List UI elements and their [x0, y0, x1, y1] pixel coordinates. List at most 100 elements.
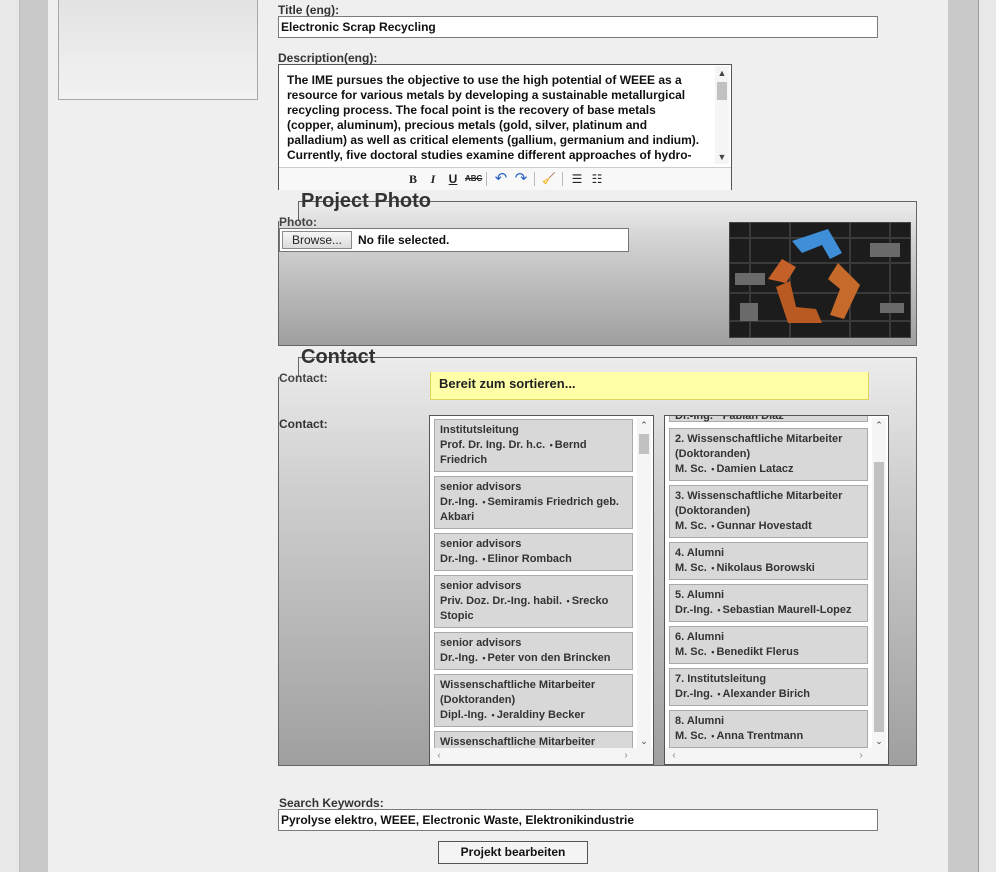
strikethrough-icon[interactable]: ABC [465, 171, 482, 187]
contact-name-line: M. Sc. • Anna Trentmann [675, 729, 862, 744]
list-item-partial[interactable]: Dr.-Ing. · Fabian Diaz [669, 416, 868, 422]
available-list-hscroll[interactable]: ‹ › [430, 748, 653, 764]
list-item[interactable]: 8. Alumni M. Sc. • Anna Trentmann [669, 710, 868, 748]
contact-role: 2. Wissenschaftliche Mitarbeiter (Doktor… [675, 433, 843, 460]
contact-title: Dipl.-Ing. [440, 709, 488, 721]
list-item[interactable]: senior advisors Dr.-Ing. • Elinor Rombach [434, 533, 633, 571]
sort-notice: Bereit zum sortieren... [430, 372, 869, 400]
redo-icon[interactable]: ↷ [513, 171, 529, 187]
scroll-right-icon[interactable]: › [619, 748, 633, 764]
selected-contacts-list[interactable]: Dr.-Ing. · Fabian Diaz 2. Wissenschaftli… [664, 415, 889, 765]
contact-name: Gunnar Hovestadt [716, 520, 812, 532]
contact-title: Dr.-Ing. [440, 553, 478, 565]
window-left-edge [0, 0, 20, 872]
keywords-input[interactable]: Pyrolyse elektro, WEEE, Electronic Waste… [278, 809, 878, 831]
scroll-up-icon[interactable]: ▲ [715, 66, 729, 80]
list-item[interactable]: senior advisors Dr.-Ing. • Peter von den B… [434, 632, 633, 670]
separator-dot: • [479, 497, 486, 507]
contact-title: M. Sc. [675, 520, 707, 532]
scroll-thumb[interactable] [717, 82, 727, 100]
sidebar-panel [58, 0, 258, 100]
contact-name-line: Dr.-Ing. • Semiramis Friedrich geb. Akbar… [440, 495, 627, 525]
scroll-down-icon[interactable]: ⌄ [872, 734, 886, 748]
separator-dot: • [479, 653, 486, 663]
separator-dot: • [714, 689, 721, 699]
contact-label: Contact: [279, 417, 328, 431]
list-item[interactable]: Institutsleitung Prof. Dr. Ing. Dr. h.c. … [434, 419, 633, 472]
description-text[interactable]: The IME pursues the objective to use the… [287, 73, 705, 165]
photo-file-input[interactable]: Browse... No file selected. [279, 228, 629, 252]
contact-name: Alexander Birich [722, 688, 810, 700]
contact-role: 4. Alumni [675, 547, 725, 559]
clear-format-icon[interactable]: 🧹 [541, 171, 557, 187]
scroll-down-icon[interactable]: ▼ [715, 150, 729, 164]
separator-dot: • [708, 563, 715, 573]
contact-name: Nikolaus Borowski [716, 562, 815, 574]
scroll-left-icon[interactable]: ‹ [432, 748, 446, 764]
title-input[interactable]: Electronic Scrap Recycling [278, 16, 878, 38]
numbered-list-icon[interactable]: ☷ [589, 171, 605, 187]
available-contacts-list[interactable]: Institutsleitung Prof. Dr. Ing. Dr. h.c. … [429, 415, 654, 765]
contact-name-line: Dr.-Ing. • Alexander Birich [675, 687, 862, 702]
contact-name: Anna Trentmann [716, 730, 804, 742]
undo-icon[interactable]: ↶ [493, 171, 509, 187]
italic-icon[interactable]: I [425, 171, 441, 187]
contact-name-line: M. Sc. • Benedikt Flerus [675, 645, 862, 660]
editor-toolbar: B I U ABC ↶ ↷ 🧹 ☰ ☷ [279, 167, 731, 190]
separator-dot: • [547, 440, 553, 450]
description-editor[interactable]: The IME pursues the objective to use the… [278, 64, 732, 190]
list-item[interactable]: 7. Institutsleitung Dr.-Ing. • Alexander B… [669, 668, 868, 706]
contact-name-line: Dr.-Ing. • Peter von den Brincken [440, 651, 627, 666]
window-right-edge [978, 0, 996, 872]
contact-title: Prof. Dr. Ing. Dr. h.c. [440, 439, 546, 451]
bullet-list-icon[interactable]: ☰ [569, 171, 585, 187]
scroll-down-icon[interactable]: ⌄ [637, 734, 651, 748]
contact-label-top: Contact: [279, 371, 328, 385]
underline-icon[interactable]: U [445, 171, 461, 187]
contact-title: Dr.-Ing. [675, 604, 713, 616]
contact-role: senior advisors [440, 637, 522, 649]
available-list-scrollbar[interactable]: ⌃ ⌄ [637, 418, 651, 748]
scroll-right-icon[interactable]: › [854, 748, 868, 764]
contact-name: Damien Latacz [716, 463, 794, 475]
recycling-symbol-icon [730, 223, 910, 337]
contact-name-line: Dr.-Ing. • Elinor Rombach [440, 552, 627, 567]
contact-name-line: M. Sc. • Damien Latacz [675, 462, 862, 477]
scroll-left-icon[interactable]: ‹ [667, 748, 681, 764]
browse-button[interactable]: Browse... [282, 231, 352, 249]
contact-name: Jeraldiny Becker [496, 709, 585, 721]
list-item[interactable]: 5. Alumni Dr.-Ing. • Sebastian Maurell-Lop… [669, 584, 868, 622]
scroll-thumb[interactable] [639, 434, 649, 454]
scroll-thumb[interactable] [874, 462, 884, 732]
contact-role: Wissenschaftliche Mitarbeiter (Doktorand… [440, 736, 596, 748]
list-item[interactable]: senior advisors Dr.-Ing. • Semiramis Fried… [434, 476, 633, 529]
list-item[interactable]: 6. Alumni M. Sc. • Benedikt Flerus [669, 626, 868, 664]
contact-title: Dr.-Ing. [675, 688, 713, 700]
list-item[interactable]: senior advisors Priv. Doz. Dr.-Ing. habil… [434, 575, 633, 628]
list-item[interactable]: 4. Alumni M. Sc. • Nikolaus Borowski [669, 542, 868, 580]
contact-title: Dr.-Ing. [440, 496, 478, 508]
list-item[interactable]: Wissenschaftliche Mitarbeiter (Doktorand… [434, 731, 633, 748]
scroll-up-icon[interactable]: ⌃ [637, 418, 651, 432]
list-item[interactable]: 3. Wissenschaftliche Mitarbeiter (Doktor… [669, 485, 868, 538]
selected-list-scrollbar[interactable]: ⌃ ⌄ [872, 418, 886, 748]
separator-dot: • [564, 596, 570, 606]
description-scrollbar[interactable]: ▲ ▼ [715, 66, 729, 164]
separator-dot: • [708, 464, 715, 474]
contact-name-line: M. Sc. • Nikolaus Borowski [675, 561, 862, 576]
contact-role: senior advisors [440, 538, 522, 550]
contact-legend: Contact [301, 346, 376, 368]
bold-icon[interactable]: B [405, 171, 421, 187]
scroll-up-icon[interactable]: ⌃ [872, 418, 886, 432]
separator-dot: • [708, 647, 715, 657]
contact-name: Elinor Rombach [487, 553, 572, 565]
contact-title: M. Sc. [675, 730, 707, 742]
selected-list-hscroll[interactable]: ‹ › [665, 748, 888, 764]
contact-name-line: Dr.-Ing. • Sebastian Maurell-Lopez [675, 603, 862, 618]
file-status: No file selected. [358, 233, 450, 247]
list-item[interactable]: Wissenschaftliche Mitarbeiter (Doktorand… [434, 674, 633, 727]
submit-button[interactable]: Projekt bearbeiten [438, 841, 588, 864]
list-item[interactable]: 2. Wissenschaftliche Mitarbeiter (Doktor… [669, 428, 868, 481]
project-photo-image [729, 222, 911, 338]
contact-role: 5. Alumni [675, 589, 725, 601]
